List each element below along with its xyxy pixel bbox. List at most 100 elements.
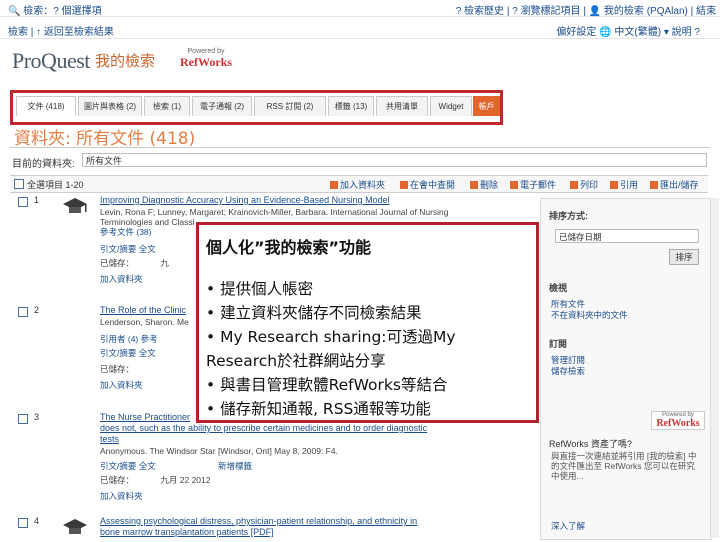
secondary-bar: 檢索 | ↑ 返回至檢索結果 偏好設定 🌐 中文(繁體) ▾ 說明 ? <box>0 20 720 39</box>
result-title[interactable]: Assessing psychological distress, physic… <box>100 516 500 538</box>
saved-date: 九 <box>160 258 169 268</box>
folder-icon <box>330 181 338 189</box>
manage-subscriptions-link[interactable]: 管理訂閱 <box>551 355 701 365</box>
feature-callout: 個人化”我的檢索”功能 • 提供個人帳密 • 建立資料夾儲存不同檢索結果 • M… <box>196 222 539 423</box>
result-checkbox[interactable] <box>18 307 28 317</box>
delete-icon <box>470 181 478 189</box>
add-to-folder-link[interactable]: 加入資料夾 <box>100 490 143 502</box>
add-to-folder-link[interactable]: 加入資料夾 <box>100 273 143 285</box>
preferences-links[interactable]: 偏好設定 🌐 中文(繁體) ▾ 說明 ? <box>556 23 700 38</box>
result-title-line2: does not, such as the ability to prescri… <box>100 423 428 433</box>
view-in-session-label: 在會中查閱 <box>410 180 456 190</box>
result-links[interactable]: 引文/摘要 全文 <box>100 243 156 255</box>
result-title-line2: bone marrow transplantation patients [PD… <box>100 527 274 537</box>
folder-title: 資料夾: 所有文件 (418) <box>14 129 196 149</box>
saved-label: 已儲存： <box>100 364 135 374</box>
view-icon <box>400 181 408 189</box>
result-number: 1 <box>34 195 40 205</box>
current-folder-label: 目前的資料夾: <box>12 159 75 170</box>
callout-bullet: • 與書目管理軟體RefWorks等結合 <box>206 376 448 394</box>
my-research-title: 我的檢索 <box>95 53 156 70</box>
cite-label: 引用 <box>620 180 639 190</box>
sort-button[interactable]: 排序 <box>669 249 699 265</box>
result-checkbox[interactable] <box>18 414 28 424</box>
result-item: 3 The Nurse Practitioner does not, such … <box>18 412 538 512</box>
top-utility-bar: 🔍 檢索：? 個選擇項 ? 檢索歷史 | ? 瀏覽標記項目 | 👤 我的檢索 (… <box>0 0 720 17</box>
delete-label: 刪除 <box>480 180 499 190</box>
result-checkbox[interactable] <box>18 518 28 528</box>
saved-row: 已儲存： 九月 22 2012 <box>100 474 210 486</box>
learn-more-link[interactable]: 深入了解 <box>551 521 701 531</box>
add-to-folder-label: 加入資料夾 <box>340 180 386 190</box>
folder-select[interactable]: 所有文件 <box>82 153 707 167</box>
tabs-highlight-box <box>10 90 503 125</box>
result-links[interactable]: 引文/摘要 全文 <box>100 347 156 359</box>
print-action[interactable]: 列印 <box>570 178 598 191</box>
email-label: 電子郵件 <box>520 180 557 190</box>
proquest-logo[interactable]: ProQuest <box>12 48 90 74</box>
print-icon <box>570 181 578 189</box>
result-number: 3 <box>34 412 40 422</box>
result-number: 4 <box>34 516 40 526</box>
sort-heading: 排序方式: <box>549 211 588 221</box>
select-all-checkbox[interactable] <box>14 179 24 189</box>
saved-row: 已儲存： 九 <box>100 257 169 269</box>
print-label: 列印 <box>580 180 599 190</box>
callout-title: 個人化”我的檢索”功能 <box>206 238 372 257</box>
result-authors: Levin, Rona F; Lunney, Margaret; Krainov… <box>100 207 449 217</box>
result-item: 4 Assessing psychological distress, phys… <box>18 516 538 540</box>
result-checkbox[interactable] <box>18 197 28 207</box>
result-source: Anonymous. The Windsor Star [Windsor, On… <box>100 446 338 456</box>
rw-brand: RefWorks <box>656 418 700 429</box>
add-tag-link[interactable]: 新增標籤 <box>218 460 252 472</box>
callout-bullet: • 建立資料夾儲存不同檢索結果 <box>206 304 422 322</box>
result-title-line1: The Nurse Practitioner <box>100 412 191 422</box>
saved-label: 已儲存： <box>100 258 135 268</box>
account-links[interactable]: ? 檢索歷史 | ? 瀏覽標記項目 | 👤 我的檢索 (PQAlan) | 結束 <box>456 2 716 17</box>
export-icon <box>650 181 658 189</box>
cite-action[interactable]: 引用 <box>610 178 638 191</box>
sort-select[interactable]: 已儲存日期 <box>555 229 699 243</box>
result-title[interactable]: Improving Diagnostic Accuracy Using an E… <box>100 195 500 206</box>
callout-bullet: • 儲存新知通報, RSS通報等功能 <box>206 400 431 418</box>
unfiled-documents-link[interactable]: 不在資料夾中的文件 <box>551 310 701 320</box>
refworks-wordmark: RefWorks <box>180 55 232 69</box>
add-to-folder-action[interactable]: 加入資料夾 <box>330 178 385 191</box>
select-all[interactable]: 全選項目 1-20 <box>14 178 84 191</box>
view-in-session-action[interactable]: 在會中查閱 <box>400 178 455 191</box>
refworks-logo: Powered by RefWorks <box>651 411 705 430</box>
callout-bullet-continuation: Research於社群網站分享 <box>206 352 386 370</box>
saved-date: 九月 22 2012 <box>160 475 211 485</box>
search-link[interactable]: 🔍 檢索：? 個選擇項 <box>8 2 102 17</box>
refworks-description: 與直接一次連結並將引用 [我的檢索] 中的文件匯出至 RefWorks 您可以在… <box>551 451 697 481</box>
refworks-powered-logo: Powered by RefWorks <box>178 48 234 70</box>
result-title-line3: tests <box>100 434 120 444</box>
refworks-heading: RefWorks 資產了嗎? <box>549 439 632 449</box>
email-action[interactable]: 電子郵件 <box>510 178 556 191</box>
select-all-label: 全選項目 1-20 <box>27 180 84 190</box>
all-documents-link[interactable]: 所有文件 <box>551 299 701 309</box>
delete-action[interactable]: 刪除 <box>470 178 498 191</box>
result-number: 2 <box>34 305 40 315</box>
results-toolbar: 全選項目 1-20 加入資料夾 在會中查閱 刪除 電子郵件 列印 引用 匯出/儲… <box>10 175 708 193</box>
export-action[interactable]: 匯出/儲存 <box>650 178 699 191</box>
mortarboard-icon <box>63 519 87 534</box>
result-title-line1: Assessing psychological distress, physic… <box>100 516 418 526</box>
email-icon <box>510 181 518 189</box>
callout-bullet: • 提供個人帳密 <box>206 280 314 298</box>
view-heading: 檢視 <box>549 283 568 293</box>
back-to-results-link[interactable]: 檢索 | ↑ 返回至檢索結果 <box>8 23 114 38</box>
cited-by-links[interactable]: 引用者 (4) 參考 <box>100 333 158 345</box>
mortarboard-icon <box>63 198 87 213</box>
callout-bullet: • My Research sharing:可透過My <box>206 328 456 346</box>
powered-by-text: Powered by <box>187 48 225 55</box>
export-label: 匯出/儲存 <box>660 180 699 190</box>
cite-icon <box>610 181 618 189</box>
scrollbar[interactable] <box>710 198 719 538</box>
saved-searches-link[interactable]: 儲存檢索 <box>551 366 701 376</box>
subscriptions-heading: 訂閱 <box>549 339 568 349</box>
result-links[interactable]: 引文/摘要 全文 <box>100 460 156 472</box>
add-to-folder-link[interactable]: 加入資料夾 <box>100 379 143 391</box>
right-sidebar: 排序方式: 已儲存日期 排序 檢視 所有文件 不在資料夾中的文件 訂閱 管理訂閱… <box>540 198 712 540</box>
saved-label: 已儲存： <box>100 475 135 485</box>
